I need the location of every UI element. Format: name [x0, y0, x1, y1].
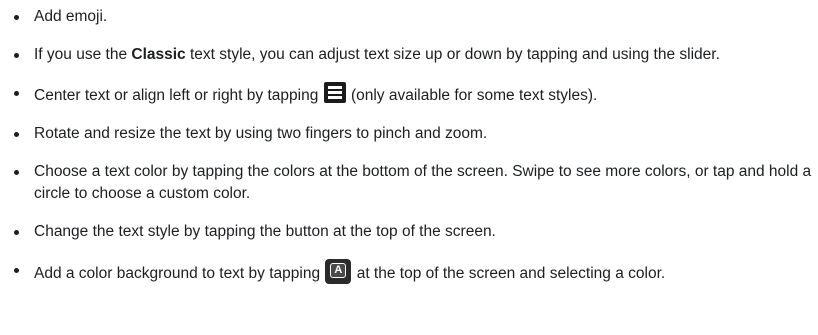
item-text: Choose a text color by tapping the color…: [34, 163, 812, 202]
text-background-icon: A: [325, 259, 352, 284]
list-item: If you use the Classic text style, you c…: [0, 44, 818, 66]
list-item: Change the text style by tapping the but…: [0, 221, 818, 243]
list-item: Center text or align left or right by ta…: [0, 82, 818, 107]
item-text: Add emoji.: [34, 8, 108, 25]
text-background-icon-letter: A: [330, 263, 347, 278]
item-text-after: (only available for some text styles).: [346, 87, 598, 104]
list-item: Rotate and resize the text by using two …: [0, 123, 818, 145]
align-text-icon: [323, 82, 346, 103]
item-text-after: text style, you can adjust text size up …: [185, 46, 720, 63]
list-item: Add emoji.: [0, 6, 818, 28]
item-text-before: Center text or align left or right by ta…: [34, 87, 323, 104]
classic-style-label: Classic: [131, 46, 186, 63]
item-text: Change the text style by tapping the but…: [34, 223, 496, 240]
list-item: Add a color background to text by tappin…: [0, 259, 818, 285]
item-text: Rotate and resize the text by using two …: [34, 125, 488, 142]
list-item: Choose a text color by tapping the color…: [0, 161, 818, 205]
item-text-after: at the top of the screen and selecting a…: [352, 265, 666, 282]
instruction-list: Add emoji. If you use the Classic text s…: [0, 0, 818, 285]
item-text-before: If you use the: [34, 46, 132, 63]
item-text-before: Add a color background to text by tappin…: [34, 265, 325, 282]
